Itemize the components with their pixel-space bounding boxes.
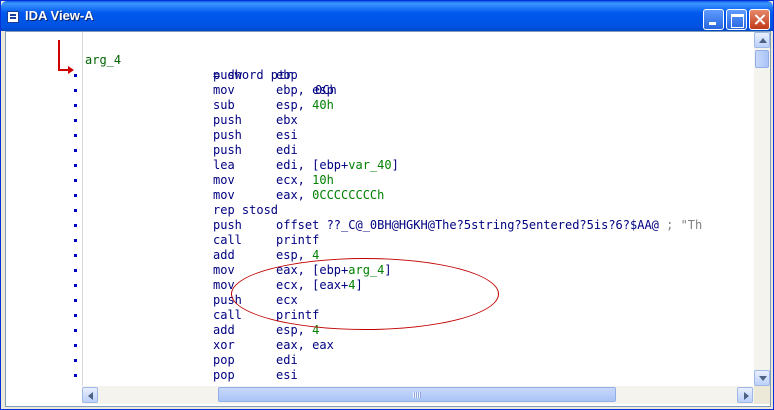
- operand-text: esp,: [276, 98, 313, 112]
- instruction-operands: edi: [276, 143, 298, 158]
- line-marker-dot: [74, 359, 77, 362]
- instruction-operands: esi: [276, 128, 298, 143]
- scroll-right-button[interactable]: [737, 387, 753, 403]
- scrollbar-corner: [754, 386, 770, 404]
- scroll-left-button[interactable]: [82, 387, 98, 403]
- instruction-operands: ebx: [276, 113, 298, 128]
- line-marker-dot: [74, 299, 77, 302]
- instruction-mnemonic: xor: [213, 338, 235, 352]
- instruction-mnemonic: sub: [213, 98, 235, 112]
- operand-highlight: 0CCCCCCCCh: [312, 188, 385, 202]
- scroll-up-button[interactable]: [754, 32, 770, 48]
- instruction-mnemonic: call: [213, 308, 242, 322]
- stack-var-name: arg_4: [85, 53, 122, 67]
- line-marker-dot: [74, 194, 77, 197]
- code-comment: ; "Th: [658, 218, 703, 232]
- operand-text: esi: [276, 128, 298, 142]
- instruction-mnemonic: add: [213, 248, 235, 262]
- flow-arrow-head-icon: [68, 66, 74, 74]
- instruction-mnemonic: mov: [213, 83, 235, 97]
- instruction-mnemonic: rep stosd: [213, 203, 279, 217]
- instruction-operands: eax, 0CCCCCCCCh: [276, 188, 384, 203]
- ida-view-window: IDA View-A arg_4 = dword ptr 0Ch push ebp…: [0, 0, 774, 410]
- operand-highlight: 40h: [312, 98, 334, 112]
- line-marker-dot: [74, 329, 77, 332]
- instruction-mnemonic: push: [213, 128, 242, 142]
- operand-text: edi: [276, 143, 298, 157]
- minimize-button[interactable]: [703, 9, 724, 30]
- operand-text: eax,: [276, 188, 313, 202]
- line-marker-dot: [74, 269, 77, 272]
- operand-text: ebp: [276, 68, 298, 82]
- line-marker-dot: [74, 344, 77, 347]
- scroll-down-button[interactable]: [754, 370, 770, 386]
- operand-highlight: var_40: [348, 158, 392, 172]
- operand-text: printf: [276, 233, 320, 247]
- operand-highlight: 10h: [312, 173, 334, 187]
- window-title: IDA View-A: [25, 8, 94, 23]
- instruction-mnemonic: mov: [213, 188, 235, 202]
- operand-text: eax, eax: [276, 338, 334, 352]
- instruction-mnemonic: push: [213, 143, 242, 157]
- operand-text: offset ??_C@_0BH@HGKH@The?5string?5enter…: [276, 218, 659, 232]
- annotation-circle: [231, 258, 499, 330]
- line-marker-dot: [74, 374, 77, 377]
- line-marker-dot: [74, 149, 77, 152]
- instruction-mnemonic: lea: [213, 158, 235, 172]
- close-button[interactable]: [749, 9, 770, 30]
- instruction-mnemonic: mov: [213, 173, 235, 187]
- maximize-button[interactable]: [726, 9, 747, 30]
- line-marker-dot: [74, 239, 77, 242]
- horizontal-scroll-thumb[interactable]: [218, 387, 616, 402]
- instruction-operands: eax, eax: [276, 338, 334, 353]
- instruction-operands: ebp, esp: [276, 83, 334, 98]
- instruction-operands: ecx, 10h: [276, 173, 334, 188]
- title-bar[interactable]: IDA View-A: [1, 1, 773, 31]
- operand-text: ebp, esp: [276, 83, 334, 97]
- operand-text: ebx: [276, 113, 298, 127]
- operand-text: edi, [ebp+: [276, 158, 349, 172]
- code-gutter: [6, 32, 82, 386]
- vertical-scrollbar[interactable]: [754, 32, 770, 386]
- stack-var-line[interactable]: arg_4 = dword ptr 0Ch: [83, 38, 337, 97]
- line-marker-dot: [74, 314, 77, 317]
- line-marker-dot: [74, 164, 77, 167]
- instruction-operands: esp, 40h: [276, 98, 334, 113]
- operand-text: esi: [276, 368, 298, 382]
- disassembly-view[interactable]: arg_4 = dword ptr 0Ch push ebp mov ebp, esp…: [5, 31, 771, 407]
- instruction-operands: printf: [276, 233, 319, 248]
- line-marker-dot: [74, 254, 77, 257]
- vertical-scroll-thumb[interactable]: [755, 50, 769, 68]
- instruction-mnemonic: push: [213, 113, 242, 127]
- instruction-operands: edi: [276, 353, 298, 368]
- instruction-mnemonic: push: [213, 68, 242, 82]
- instruction-operands: esi: [276, 368, 298, 383]
- line-marker-dot: [74, 104, 77, 107]
- instruction-mnemonic: call: [213, 233, 242, 247]
- disassembly-listing[interactable]: arg_4 = dword ptr 0Ch push ebp mov ebp, esp…: [82, 32, 754, 386]
- line-marker-dot: [74, 224, 77, 227]
- operand-tail: ]: [391, 158, 399, 172]
- operand-text: edi: [276, 353, 298, 367]
- line-marker-dot: [74, 284, 77, 287]
- flow-arrow-line: [58, 40, 60, 70]
- instruction-mnemonic: pop: [213, 353, 235, 367]
- operand-text: esp,: [276, 248, 313, 262]
- instruction-mnemonic: mov: [213, 263, 235, 277]
- instruction-operands: edi, [ebp+var_40]: [276, 158, 399, 173]
- line-marker-dot: [74, 179, 77, 182]
- horizontal-scrollbar[interactable]: [82, 386, 754, 404]
- instruction-mnemonic: pop: [213, 368, 235, 382]
- line-marker-dot: [74, 134, 77, 137]
- line-marker-dot: [74, 89, 77, 92]
- line-marker-dot: [74, 209, 77, 212]
- operand-text: ecx,: [276, 173, 313, 187]
- line-marker-dot: [74, 74, 77, 77]
- instruction-operands: ebp: [276, 68, 298, 83]
- ida-view-icon: [7, 11, 19, 23]
- line-marker-dot: [74, 119, 77, 122]
- instruction-mnemonic: push: [213, 218, 242, 232]
- instruction-mnemonic: add: [213, 323, 235, 337]
- instruction-operands: offset ??_C@_0BH@HGKH@The?5string?5enter…: [276, 218, 702, 233]
